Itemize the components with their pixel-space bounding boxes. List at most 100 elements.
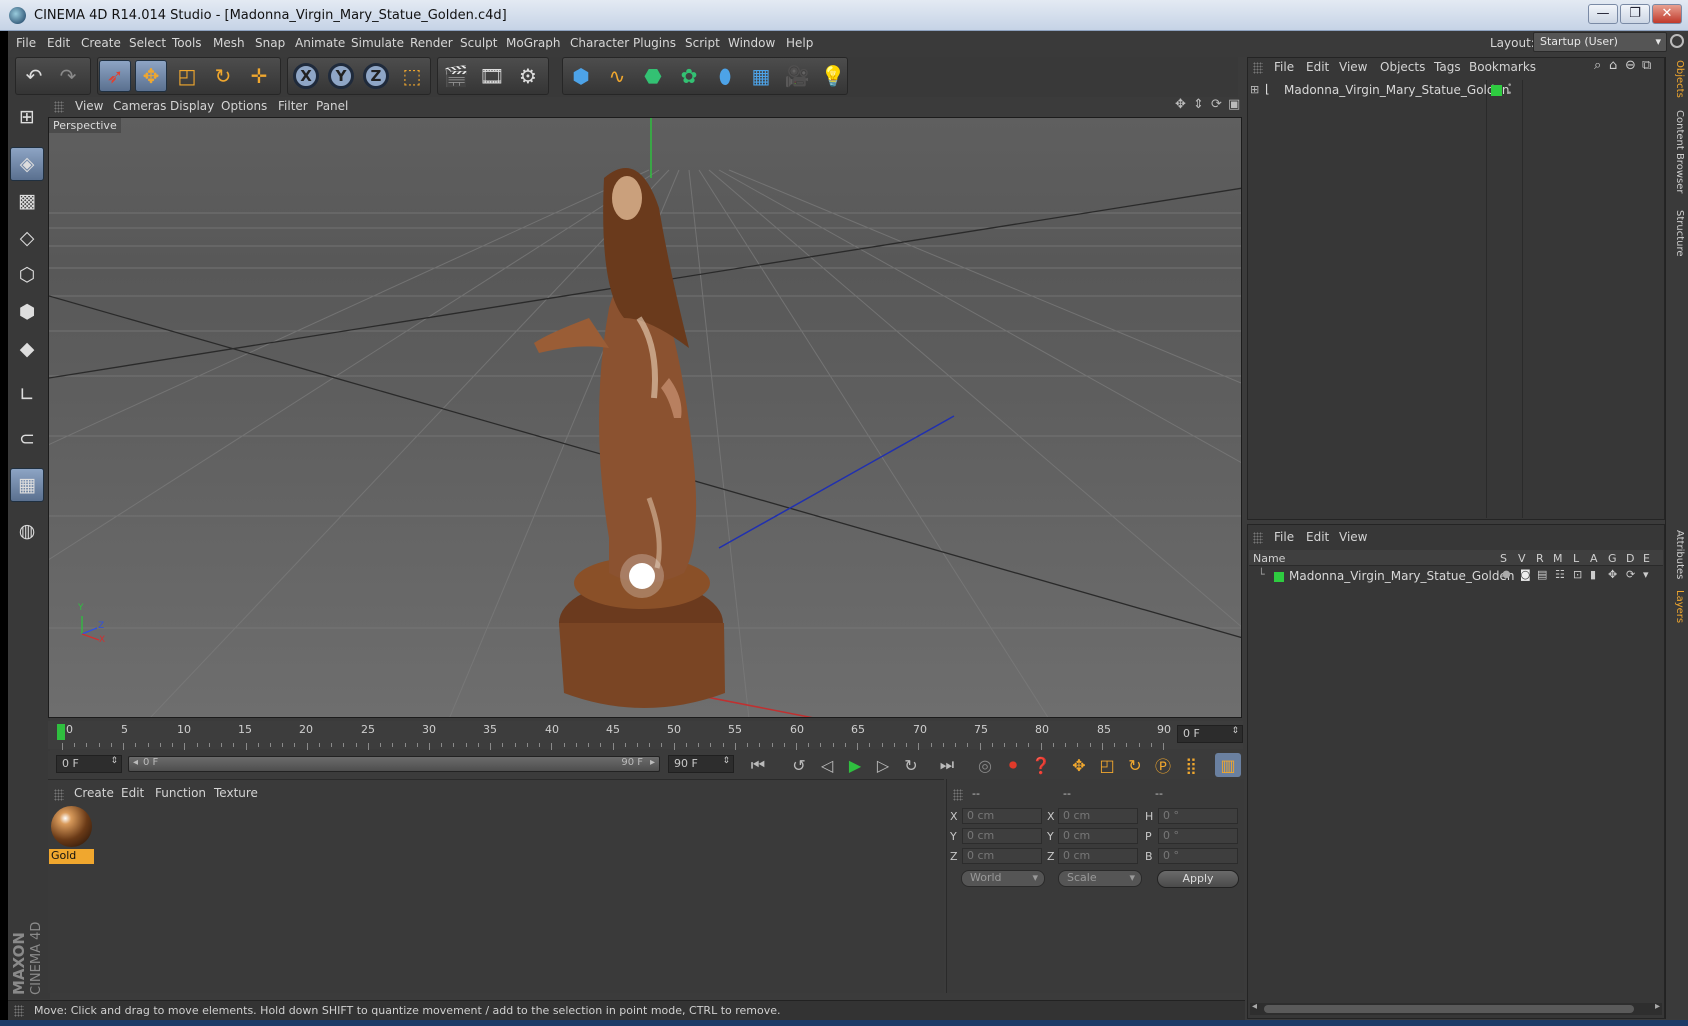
layer-col-manager[interactable]: M (1553, 552, 1563, 565)
viewport-menu-cameras[interactable]: Cameras (113, 99, 166, 113)
expand-icon[interactable]: ⊞ (1250, 83, 1259, 96)
viewport-rotate-icon[interactable]: ⟳ (1211, 97, 1222, 112)
grip-handle[interactable] (1253, 62, 1263, 74)
layer-row[interactable]: └ Madonna_Virgin_Mary_Statue_Golden ● ◙ … (1250, 568, 1663, 586)
record-disabled-icon[interactable]: ◎ (972, 753, 998, 777)
expressions-icon[interactable]: ▾ (1643, 568, 1649, 581)
deformers-icon[interactable]: ⟳ (1626, 568, 1635, 581)
manager-tree-icon[interactable]: ☷ (1555, 568, 1565, 581)
viewport-zoom-icon[interactable]: ⇕ (1193, 97, 1204, 112)
menu-file[interactable]: File (16, 36, 36, 50)
axis-mode-icon[interactable]: ∟ (10, 378, 44, 412)
viewport-menu-display[interactable]: Display (170, 99, 214, 113)
menu-plugins[interactable]: Plugins (633, 36, 676, 50)
restore-button[interactable]: ❐ (1620, 4, 1650, 24)
snap-lock-icon[interactable]: ▦ (10, 468, 44, 502)
key-scale-icon[interactable]: ◰ (1094, 753, 1120, 777)
magnet-icon[interactable]: ⊂ (10, 422, 44, 456)
previous-key-icon[interactable]: ↺ (786, 753, 812, 777)
grip-handle[interactable] (54, 789, 64, 801)
horizontal-scrollbar[interactable]: ◂ ▸ (1250, 1001, 1662, 1015)
make-editable-icon[interactable]: ⊞ (10, 100, 44, 134)
key-rotation-icon[interactable]: ↻ (1122, 753, 1148, 777)
material-menu-texture[interactable]: Texture (214, 786, 258, 800)
menu-script[interactable]: Script (685, 36, 720, 50)
light-icon[interactable]: 💡 (817, 60, 849, 92)
view-eye-icon[interactable]: ◙ (1520, 568, 1531, 581)
minimize-button[interactable]: — (1588, 4, 1618, 24)
points-mode-icon[interactable]: ⬡ (10, 258, 44, 292)
preview-range-slider[interactable]: ◂ 0 F 90 F ▸ (128, 756, 660, 772)
position-y-field[interactable]: 0 cm (962, 828, 1042, 844)
viewport-menu-options[interactable]: Options (221, 99, 267, 113)
material-menu-edit[interactable]: Edit (121, 786, 144, 800)
grip-handle[interactable] (54, 101, 64, 113)
apply-button[interactable]: Apply (1157, 870, 1239, 888)
next-frame-icon[interactable]: ▷ (870, 753, 896, 777)
cube-primitive-icon[interactable]: ⬢ (565, 60, 597, 92)
layer-col-render[interactable]: R (1536, 552, 1544, 565)
close-button[interactable]: ✕ (1652, 4, 1682, 24)
autokey-icon[interactable]: ❓ (1028, 753, 1054, 777)
new-window-icon[interactable]: ⧉ (1642, 58, 1651, 73)
menu-select[interactable]: Select (129, 36, 166, 50)
layers-menu-file[interactable]: File (1274, 530, 1294, 544)
end-frame-field[interactable]: 90 F ⇕ (668, 755, 734, 773)
layer-col-generators[interactable]: G (1608, 552, 1617, 565)
previous-frame-icon[interactable]: ◁ (814, 753, 840, 777)
go-to-end-icon[interactable]: ⏭ (934, 753, 960, 777)
start-frame-field[interactable]: 0 F ⇕ (56, 755, 122, 773)
camera-icon[interactable]: 🎥 (781, 60, 813, 92)
scrollbar-thumb[interactable] (1264, 1005, 1634, 1013)
rotate-tool-icon[interactable]: ↻ (207, 60, 239, 92)
viewport-maximize-icon[interactable]: ▣ (1228, 97, 1240, 112)
render-settings-icon[interactable]: ⚙ (512, 60, 544, 92)
objects-menu-bookmarks[interactable]: Bookmarks (1469, 60, 1536, 74)
rotation-b-field[interactable]: 0 ° (1158, 848, 1238, 864)
rotation-h-field[interactable]: 0 ° (1158, 808, 1238, 824)
menu-character[interactable]: Character (570, 36, 629, 50)
size-x-field[interactable]: 0 cm (1058, 808, 1138, 824)
animation-film-icon[interactable]: ▮ (1590, 568, 1596, 581)
layer-col-expressions[interactable]: E (1643, 552, 1650, 565)
menu-snap[interactable]: Snap (255, 36, 285, 50)
objects-menu-view[interactable]: View (1339, 60, 1367, 74)
search-icon[interactable] (1670, 34, 1684, 48)
render-clapper-icon[interactable]: ▤ (1537, 568, 1547, 581)
search-icon[interactable]: ⌕ (1594, 58, 1601, 73)
current-frame-field[interactable]: 0 F ⇕ (1177, 725, 1243, 743)
next-key-icon[interactable]: ↻ (898, 753, 924, 777)
objects-menu-objects[interactable]: Objects (1380, 60, 1425, 74)
arrow-right-icon[interactable]: ▸ (1655, 1001, 1660, 1012)
floor-icon[interactable]: ▦ (745, 60, 777, 92)
redo-icon[interactable]: ↷ (52, 60, 84, 92)
axis-z-button[interactable]: Z (360, 60, 392, 92)
grip-handle[interactable] (1253, 532, 1263, 544)
go-to-start-icon[interactable]: ⏮ (745, 753, 771, 777)
workplane-icon[interactable]: ◇ (10, 221, 44, 255)
viewport-menu-view[interactable]: View (75, 99, 103, 113)
generators-icon[interactable]: ✥ (1608, 568, 1617, 581)
menu-create[interactable]: Create (81, 36, 121, 50)
render-picture-viewer-icon[interactable]: 🎞 (476, 60, 508, 92)
arrow-left-icon[interactable]: ◂ (1252, 1001, 1257, 1012)
coordinate-space-dropdown[interactable]: World ▾ (961, 870, 1045, 887)
material-menu-create[interactable]: Create (74, 786, 114, 800)
playhead-marker[interactable] (57, 724, 65, 740)
layer-color-swatch[interactable] (1274, 572, 1284, 582)
deformer-icon[interactable]: ⬮ (709, 60, 741, 92)
statue-model[interactable] (534, 168, 725, 708)
move-tool-icon[interactable]: ✥ (135, 60, 167, 92)
layout-select[interactable]: Startup (User) ▾ (1533, 32, 1667, 52)
layer-col-view[interactable]: V (1518, 552, 1526, 565)
grip-handle[interactable] (953, 789, 963, 801)
menu-tools[interactable]: Tools (172, 36, 202, 50)
menu-render[interactable]: Render (410, 36, 453, 50)
layer-color-swatch[interactable] (1491, 85, 1502, 96)
key-pla-icon[interactable]: ⣿ (1178, 753, 1204, 777)
tab-layers[interactable]: Layers (1667, 590, 1685, 623)
home-icon[interactable]: ⌂ (1609, 58, 1617, 73)
material-menu-function[interactable]: Function (155, 786, 206, 800)
tab-structure[interactable]: Structure (1667, 210, 1685, 257)
menu-mograph[interactable]: MoGraph (506, 36, 561, 50)
